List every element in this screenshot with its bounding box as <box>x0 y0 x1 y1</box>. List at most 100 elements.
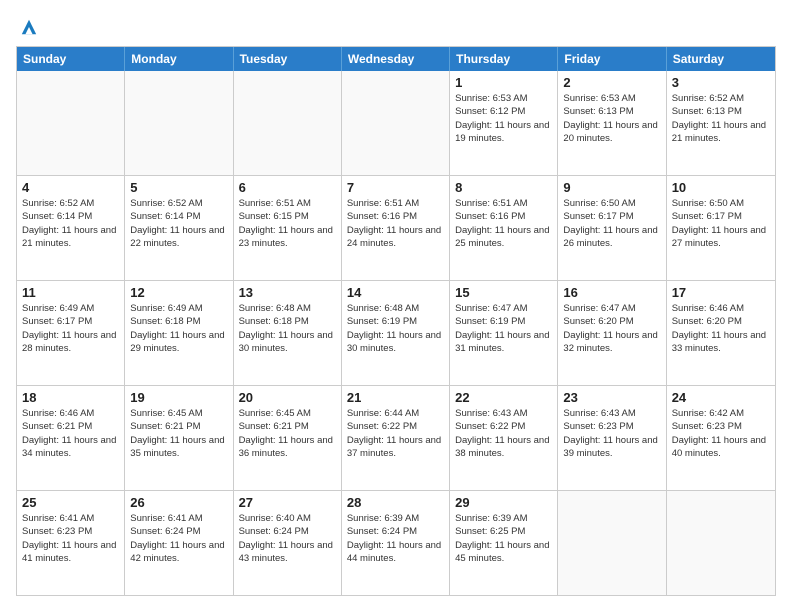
logo <box>16 16 38 36</box>
day-info: Sunrise: 6:45 AM Sunset: 6:21 PM Dayligh… <box>239 407 336 460</box>
calendar-cell: 14 Sunrise: 6:48 AM Sunset: 6:19 PM Dayli… <box>342 281 450 385</box>
day-info: Sunrise: 6:50 AM Sunset: 6:17 PM Dayligh… <box>563 197 660 250</box>
day-number: 26 <box>130 495 227 510</box>
day-info: Sunrise: 6:46 AM Sunset: 6:20 PM Dayligh… <box>672 302 770 355</box>
calendar-cell: 7 Sunrise: 6:51 AM Sunset: 6:16 PM Daylig… <box>342 176 450 280</box>
day-number: 10 <box>672 180 770 195</box>
day-info: Sunrise: 6:48 AM Sunset: 6:18 PM Dayligh… <box>239 302 336 355</box>
day-number: 5 <box>130 180 227 195</box>
day-info: Sunrise: 6:52 AM Sunset: 6:13 PM Dayligh… <box>672 92 770 145</box>
day-info: Sunrise: 6:44 AM Sunset: 6:22 PM Dayligh… <box>347 407 444 460</box>
calendar-row: 1 Sunrise: 6:53 AM Sunset: 6:12 PM Daylig… <box>17 71 775 176</box>
day-number: 17 <box>672 285 770 300</box>
day-number: 20 <box>239 390 336 405</box>
calendar-cell: 16 Sunrise: 6:47 AM Sunset: 6:20 PM Dayli… <box>558 281 666 385</box>
calendar-header-cell: Thursday <box>450 47 558 71</box>
day-number: 19 <box>130 390 227 405</box>
day-info: Sunrise: 6:45 AM Sunset: 6:21 PM Dayligh… <box>130 407 227 460</box>
calendar-cell: 28Sunrise: 6:39 AM Sunset: 6:24 PM Dayli… <box>342 491 450 595</box>
day-info: Sunrise: 6:53 AM Sunset: 6:13 PM Dayligh… <box>563 92 660 145</box>
calendar-cell: 11 Sunrise: 6:49 AM Sunset: 6:17 PM Dayli… <box>17 281 125 385</box>
day-number: 15 <box>455 285 552 300</box>
calendar-cell: 17 Sunrise: 6:46 AM Sunset: 6:20 PM Dayli… <box>667 281 775 385</box>
calendar-cell <box>342 71 450 175</box>
calendar-header-cell: Monday <box>125 47 233 71</box>
day-number: 14 <box>347 285 444 300</box>
calendar-cell <box>17 71 125 175</box>
day-info: Sunrise: 6:52 AM Sunset: 6:14 PM Dayligh… <box>130 197 227 250</box>
calendar-cell: 18 Sunrise: 6:46 AM Sunset: 6:21 PM Dayli… <box>17 386 125 490</box>
day-number: 23 <box>563 390 660 405</box>
day-number: 3 <box>672 75 770 90</box>
calendar-header-cell: Friday <box>558 47 666 71</box>
calendar-cell: 22 Sunrise: 6:43 AM Sunset: 6:22 PM Dayli… <box>450 386 558 490</box>
calendar-cell: 6 Sunrise: 6:51 AM Sunset: 6:15 PM Daylig… <box>234 176 342 280</box>
day-info: Sunrise: 6:48 AM Sunset: 6:19 PM Dayligh… <box>347 302 444 355</box>
day-number: 29 <box>455 495 552 510</box>
calendar-cell <box>667 491 775 595</box>
calendar-header-cell: Saturday <box>667 47 775 71</box>
day-number: 21 <box>347 390 444 405</box>
calendar-row: 25 Sunrise: 6:41 AM Sunset: 6:23 PM Dayli… <box>17 491 775 595</box>
logo-icon <box>20 18 38 36</box>
calendar-body: 1 Sunrise: 6:53 AM Sunset: 6:12 PM Daylig… <box>17 71 775 595</box>
calendar-cell: 23 Sunrise: 6:43 AM Sunset: 6:23 PM Dayli… <box>558 386 666 490</box>
day-number: 27 <box>239 495 336 510</box>
day-number: 11 <box>22 285 119 300</box>
day-info: Sunrise: 6:46 AM Sunset: 6:21 PM Dayligh… <box>22 407 119 460</box>
calendar-cell: 1 Sunrise: 6:53 AM Sunset: 6:12 PM Daylig… <box>450 71 558 175</box>
calendar-cell: 13 Sunrise: 6:48 AM Sunset: 6:18 PM Dayli… <box>234 281 342 385</box>
calendar-cell: 29 Sunrise: 6:39 AM Sunset: 6:25 PM Dayli… <box>450 491 558 595</box>
calendar-cell: 25 Sunrise: 6:41 AM Sunset: 6:23 PM Dayli… <box>17 491 125 595</box>
day-number: 2 <box>563 75 660 90</box>
calendar-cell: 8 Sunrise: 6:51 AM Sunset: 6:16 PM Daylig… <box>450 176 558 280</box>
page: SundayMondayTuesdayWednesdayThursdayFrid… <box>0 0 792 612</box>
calendar-row: 4Sunrise: 6:52 AM Sunset: 6:14 PM Daylig… <box>17 176 775 281</box>
day-info: Sunrise: 6:41 AM Sunset: 6:24 PM Dayligh… <box>130 512 227 565</box>
day-info: Sunrise: 6:51 AM Sunset: 6:15 PM Dayligh… <box>239 197 336 250</box>
day-info: Sunrise: 6:39 AM Sunset: 6:24 PM Dayligh… <box>347 512 444 565</box>
calendar-cell: 21 Sunrise: 6:44 AM Sunset: 6:22 PM Dayli… <box>342 386 450 490</box>
day-number: 9 <box>563 180 660 195</box>
calendar-cell <box>558 491 666 595</box>
day-number: 22 <box>455 390 552 405</box>
day-number: 25 <box>22 495 119 510</box>
day-info: Sunrise: 6:49 AM Sunset: 6:18 PM Dayligh… <box>130 302 227 355</box>
calendar-row: 11 Sunrise: 6:49 AM Sunset: 6:17 PM Dayli… <box>17 281 775 386</box>
calendar-cell: 27Sunrise: 6:40 AM Sunset: 6:24 PM Dayli… <box>234 491 342 595</box>
day-info: Sunrise: 6:47 AM Sunset: 6:19 PM Dayligh… <box>455 302 552 355</box>
day-info: Sunrise: 6:49 AM Sunset: 6:17 PM Dayligh… <box>22 302 119 355</box>
calendar-cell <box>125 71 233 175</box>
calendar-cell: 9 Sunrise: 6:50 AM Sunset: 6:17 PM Daylig… <box>558 176 666 280</box>
day-number: 13 <box>239 285 336 300</box>
calendar-header: SundayMondayTuesdayWednesdayThursdayFrid… <box>17 47 775 71</box>
day-info: Sunrise: 6:50 AM Sunset: 6:17 PM Dayligh… <box>672 197 770 250</box>
calendar-cell: 10 Sunrise: 6:50 AM Sunset: 6:17 PM Dayli… <box>667 176 775 280</box>
day-info: Sunrise: 6:41 AM Sunset: 6:23 PM Dayligh… <box>22 512 119 565</box>
day-number: 18 <box>22 390 119 405</box>
calendar-cell <box>234 71 342 175</box>
calendar-cell: 15 Sunrise: 6:47 AM Sunset: 6:19 PM Dayli… <box>450 281 558 385</box>
day-number: 8 <box>455 180 552 195</box>
calendar-cell: 26 Sunrise: 6:41 AM Sunset: 6:24 PM Dayli… <box>125 491 233 595</box>
day-info: Sunrise: 6:39 AM Sunset: 6:25 PM Dayligh… <box>455 512 552 565</box>
day-info: Sunrise: 6:51 AM Sunset: 6:16 PM Dayligh… <box>455 197 552 250</box>
calendar-cell: 2 Sunrise: 6:53 AM Sunset: 6:13 PM Daylig… <box>558 71 666 175</box>
day-info: Sunrise: 6:43 AM Sunset: 6:23 PM Dayligh… <box>563 407 660 460</box>
day-number: 16 <box>563 285 660 300</box>
day-info: Sunrise: 6:42 AM Sunset: 6:23 PM Dayligh… <box>672 407 770 460</box>
calendar-row: 18 Sunrise: 6:46 AM Sunset: 6:21 PM Dayli… <box>17 386 775 491</box>
day-info: Sunrise: 6:51 AM Sunset: 6:16 PM Dayligh… <box>347 197 444 250</box>
day-number: 1 <box>455 75 552 90</box>
day-info: Sunrise: 6:53 AM Sunset: 6:12 PM Dayligh… <box>455 92 552 145</box>
day-number: 6 <box>239 180 336 195</box>
calendar-cell: 4Sunrise: 6:52 AM Sunset: 6:14 PM Daylig… <box>17 176 125 280</box>
day-info: Sunrise: 6:47 AM Sunset: 6:20 PM Dayligh… <box>563 302 660 355</box>
day-info: Sunrise: 6:43 AM Sunset: 6:22 PM Dayligh… <box>455 407 552 460</box>
calendar-cell: 5 Sunrise: 6:52 AM Sunset: 6:14 PM Daylig… <box>125 176 233 280</box>
calendar-cell: 3 Sunrise: 6:52 AM Sunset: 6:13 PM Daylig… <box>667 71 775 175</box>
calendar: SundayMondayTuesdayWednesdayThursdayFrid… <box>16 46 776 596</box>
day-number: 7 <box>347 180 444 195</box>
calendar-cell: 12Sunrise: 6:49 AM Sunset: 6:18 PM Dayli… <box>125 281 233 385</box>
day-info: Sunrise: 6:52 AM Sunset: 6:14 PM Dayligh… <box>22 197 119 250</box>
